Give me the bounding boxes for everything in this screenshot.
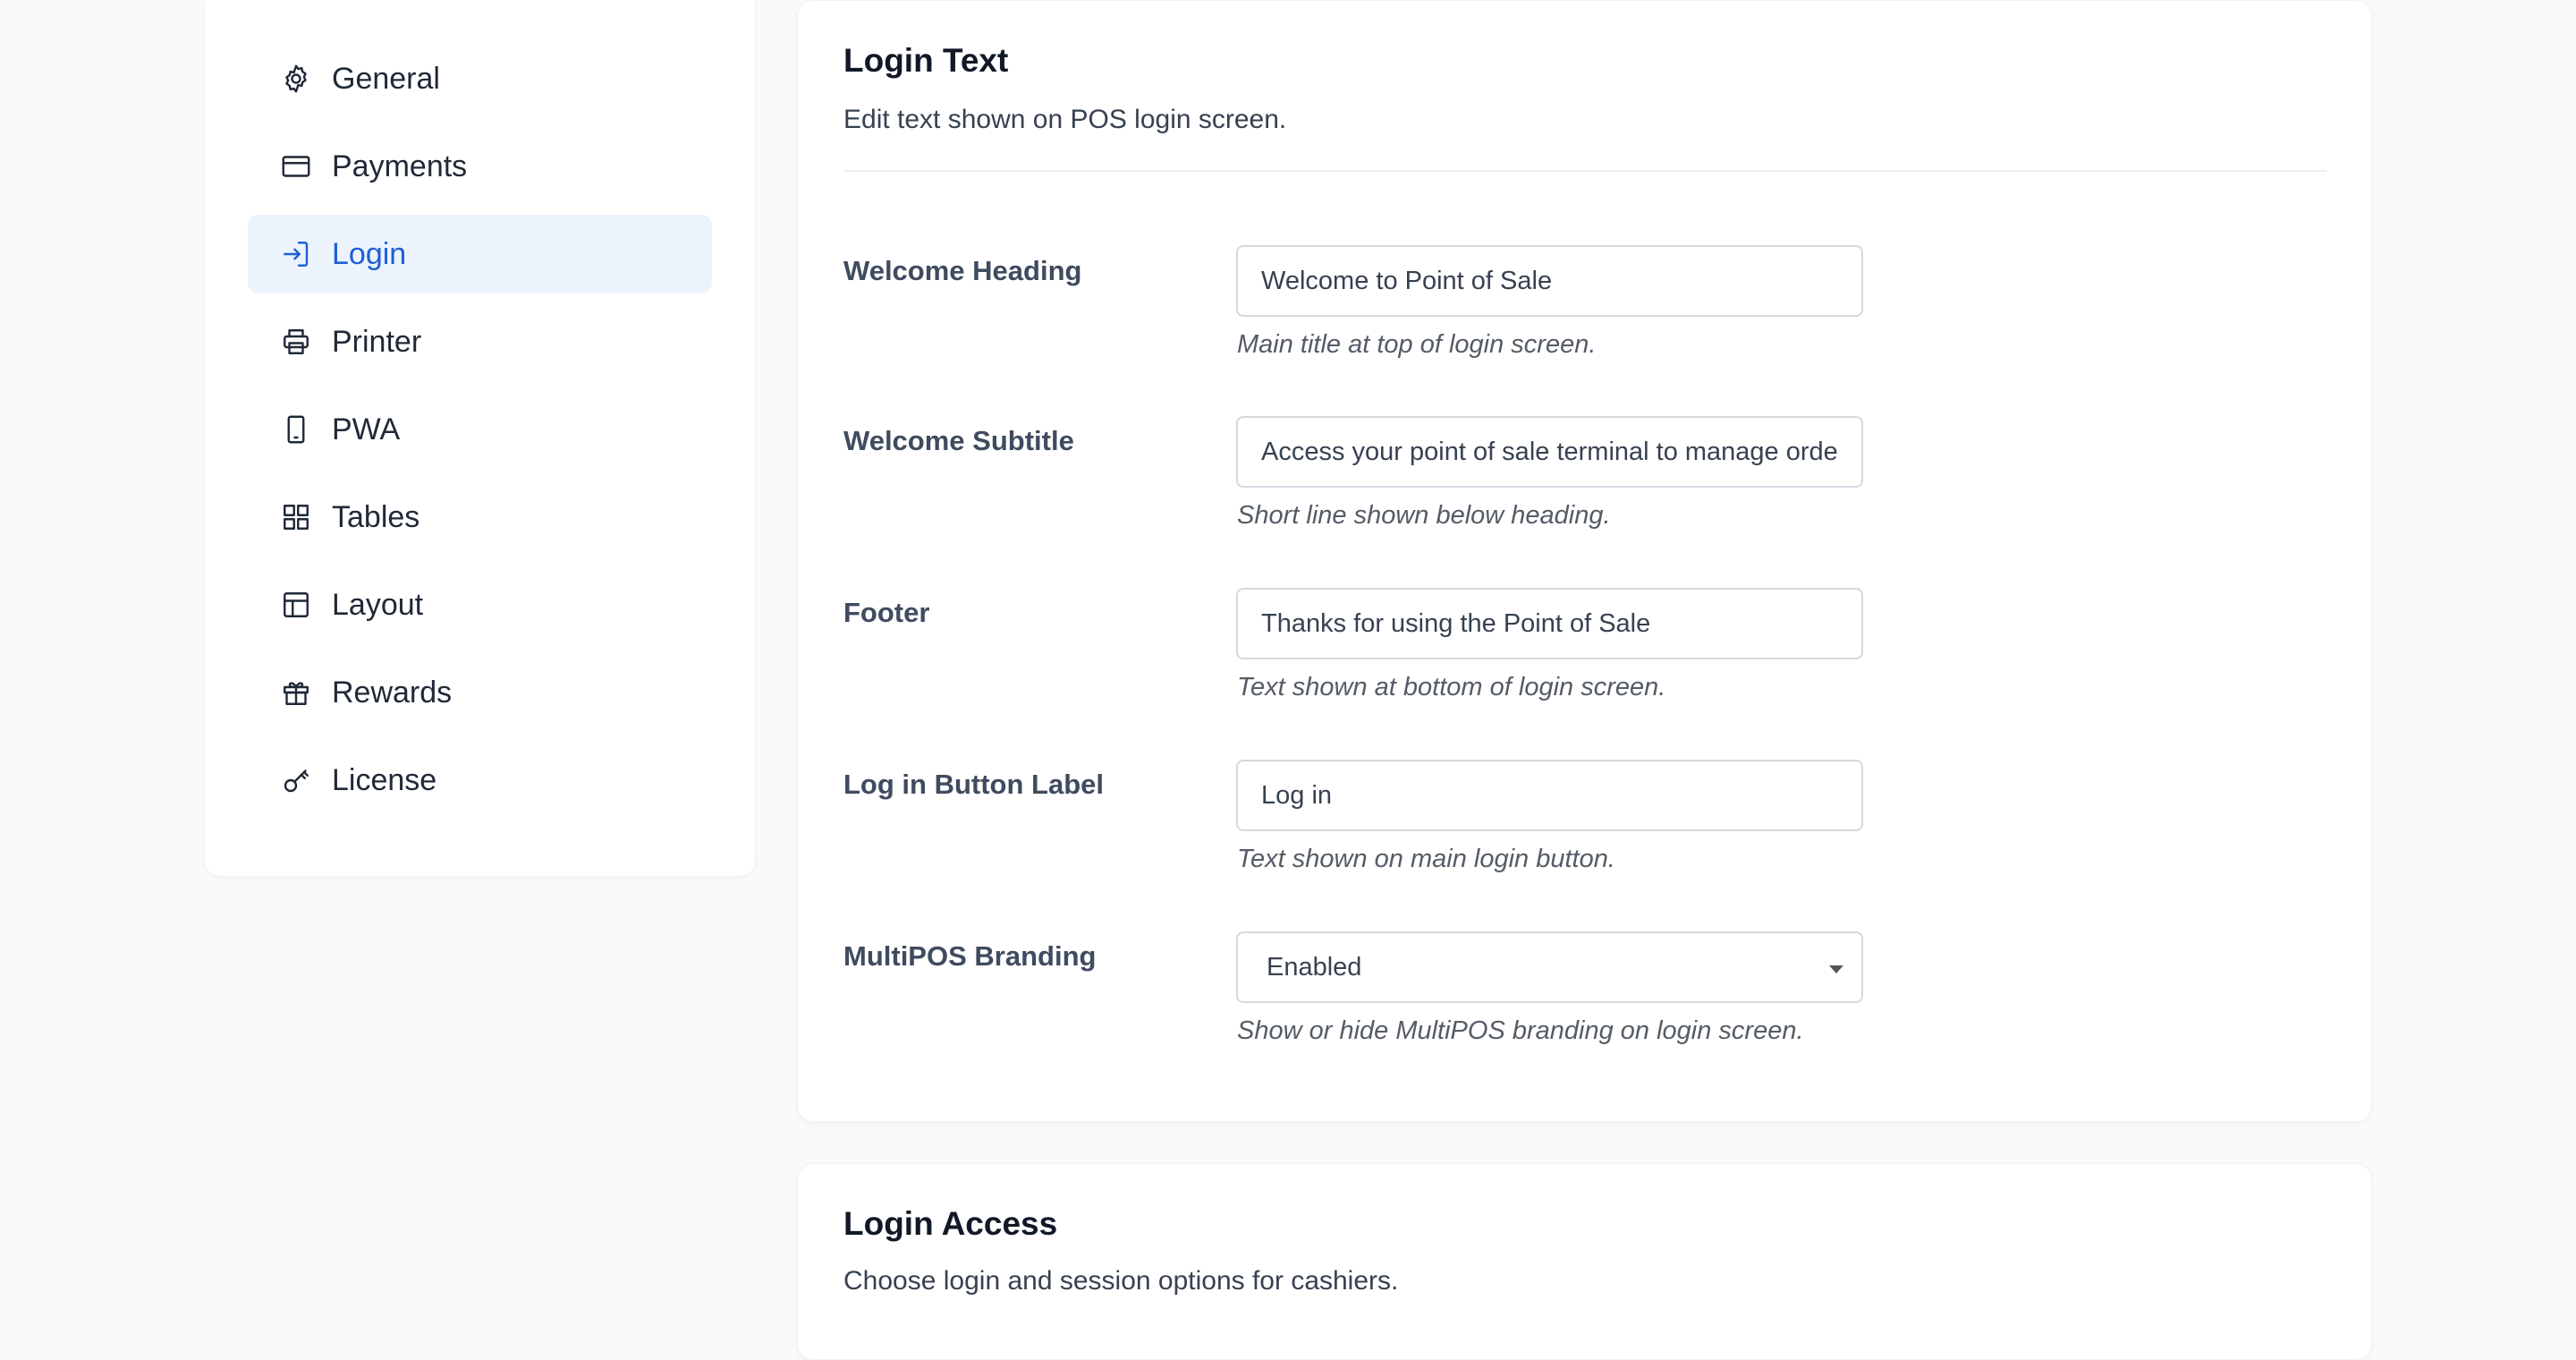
multipos-branding-select[interactable]: Enabled <box>1236 931 1863 1003</box>
login-button-label-hint: Text shown on main login button. <box>1237 845 1615 873</box>
sidebar-item-general[interactable]: General <box>248 39 712 118</box>
sidebar-item-label: PWA <box>332 412 401 446</box>
sidebar-item-printer[interactable]: Printer <box>248 302 712 381</box>
card-description: Choose login and session options for cas… <box>843 1266 1399 1296</box>
multipos-branding-label: MultiPOS Branding <box>843 940 1097 972</box>
gift-icon <box>278 675 314 710</box>
credit-card-icon <box>278 149 314 184</box>
sidebar-item-login[interactable]: Login <box>248 215 712 293</box>
sidebar-item-label: Tables <box>332 499 420 534</box>
sidebar-item-layout[interactable]: Layout <box>248 565 712 644</box>
sidebar-item-label: Layout <box>332 587 424 622</box>
sidebar-item-label: Rewards <box>332 675 453 710</box>
footer-label: Footer <box>843 597 930 628</box>
login-text-card: Login Text Edit text shown on POS login … <box>797 0 2372 1122</box>
key-icon <box>278 762 314 798</box>
divider <box>843 170 2326 172</box>
multipos-branding-hint: Show or hide MultiPOS branding on login … <box>1237 1016 1804 1045</box>
sidebar-item-pwa[interactable]: PWA <box>248 390 712 469</box>
sidebar-item-label: Printer <box>332 324 422 359</box>
footer-hint: Text shown at bottom of login screen. <box>1237 673 1666 701</box>
select-value: Enabled <box>1267 952 1362 982</box>
sidebar-item-label: General <box>332 61 440 96</box>
sidebar-item-payments[interactable]: Payments <box>248 127 712 206</box>
gear-icon <box>278 61 314 97</box>
welcome-heading-hint: Main title at top of login screen. <box>1237 330 1597 359</box>
grid-icon <box>278 499 314 535</box>
sidebar-item-label: License <box>332 762 437 797</box>
card-title: Login Access <box>843 1205 1058 1242</box>
welcome-heading-label: Welcome Heading <box>843 255 1082 286</box>
login-access-card: Login Access Choose login and session op… <box>797 1163 2372 1360</box>
printer-icon <box>278 324 314 360</box>
sidebar-item-label: Payments <box>332 149 468 183</box>
login-button-label-label: Log in Button Label <box>843 769 1105 800</box>
welcome-subtitle-input[interactable] <box>1236 416 1863 488</box>
sidebar-item-label: Login <box>332 236 407 271</box>
card-description: Edit text shown on POS login screen. <box>843 105 1287 134</box>
login-icon <box>278 236 314 272</box>
mobile-icon <box>278 412 314 447</box>
footer-input[interactable] <box>1236 588 1863 659</box>
layout-icon <box>278 587 314 623</box>
welcome-subtitle-hint: Short line shown below heading. <box>1237 501 1611 530</box>
welcome-heading-input[interactable] <box>1236 245 1863 317</box>
sidebar-item-license[interactable]: License <box>248 741 712 820</box>
login-button-label-input[interactable] <box>1236 760 1863 831</box>
settings-sidebar: General Payments Login Printer PWA Table… <box>204 0 756 877</box>
welcome-subtitle-label: Welcome Subtitle <box>843 425 1074 456</box>
card-title: Login Text <box>843 42 1009 79</box>
chevron-down-icon <box>1829 965 1843 973</box>
sidebar-item-rewards[interactable]: Rewards <box>248 653 712 732</box>
sidebar-item-tables[interactable]: Tables <box>248 478 712 557</box>
